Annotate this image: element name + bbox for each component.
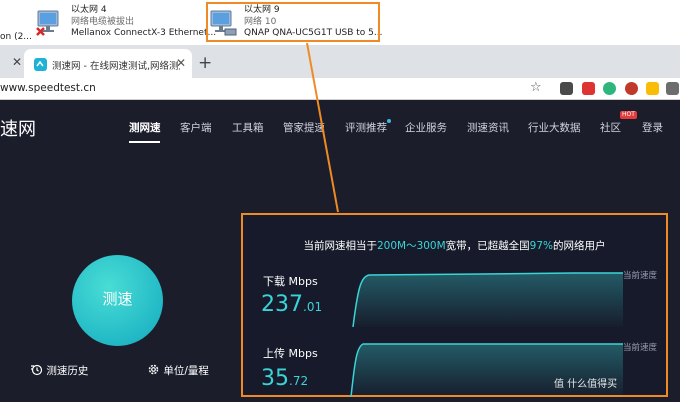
units-settings-label: 单位/量程: [163, 365, 209, 377]
speed-summary-headline: 当前网速相当于200M～300M宽带，已超越全国97%的网络用户: [243, 238, 666, 253]
nav-item-toolbox[interactable]: 工具箱: [232, 120, 264, 135]
nav-item-login[interactable]: 登录: [642, 120, 663, 135]
adapter-device: Mellanox ConnectX-3 Ethernet...: [71, 28, 217, 38]
nav-item-speedtest[interactable]: 测网速: [129, 120, 161, 135]
browser-tab-speedtest[interactable]: 测速网 - 在线网速测试,网络测速 ✕: [24, 49, 192, 78]
start-test-label: 测速: [102, 290, 133, 308]
new-tab-icon[interactable]: +: [198, 53, 212, 73]
address-bar[interactable]: www.speedtest.cn ☆: [0, 78, 680, 100]
speedtest-favicon-icon: [34, 58, 47, 71]
headline-post: 的网络用户: [553, 240, 606, 252]
nav-item-enterprise[interactable]: 企业服务: [405, 120, 447, 135]
upload-value-dec: .72: [289, 374, 309, 388]
adapter-name: 以太网 4: [71, 5, 107, 15]
extension-icon[interactable]: [646, 82, 659, 95]
headline-bandwidth-range: 200M～300M: [376, 240, 446, 252]
extension-icon[interactable]: [560, 82, 573, 95]
nav-item-boost[interactable]: 管家提速: [283, 120, 325, 135]
network-adapter-disconnected-icon: [36, 10, 59, 36]
extension-icon[interactable]: [625, 82, 638, 95]
upload-label: 上传 Mbps: [263, 347, 318, 360]
adapter-status: 网络电缆被拔出: [71, 16, 135, 27]
network-connections-strip: on (2... 以太网 4 网络电缆被拔出 Mellanox ConnectX…: [0, 0, 680, 45]
bookmark-star-icon[interactable]: ☆: [530, 80, 542, 95]
hot-badge: HOT: [620, 111, 637, 119]
headline-percent: 97%: [529, 240, 554, 252]
nav-dot-indicator: [387, 119, 391, 123]
download-value: 237.01: [261, 292, 322, 317]
gear-icon: [148, 364, 159, 375]
nav-item-news[interactable]: 测速资讯: [467, 120, 509, 135]
history-icon: [31, 364, 43, 376]
upload-value: 35.72: [261, 366, 308, 391]
extension-icon[interactable]: [666, 82, 679, 95]
speed-result-panel: 当前网速相当于200M～300M宽带，已超越全国97%的网络用户 下载 Mbps…: [241, 213, 668, 397]
history-link-label: 测速历史: [46, 365, 89, 377]
upload-value-int: 35: [261, 366, 289, 391]
upload-current-speed-label: 当前速度: [623, 343, 658, 353]
browser-tab-bar: ✕ 测速网 - 在线网速测试,网络测速 ✕ +: [0, 45, 680, 78]
download-current-speed-label: 当前速度: [623, 271, 658, 281]
download-value-dec: .01: [303, 300, 323, 314]
adapter-fragment-text: on (2...: [0, 32, 32, 42]
headline-pre: 当前网速相当于: [303, 240, 377, 252]
nav-item-reviews[interactable]: 评测推荐: [345, 120, 387, 135]
adapter-highlight-box: [206, 2, 380, 42]
units-settings-link[interactable]: 单位/量程: [147, 363, 209, 378]
watermark: 值 什么值得买: [554, 379, 618, 390]
nav-item-community[interactable]: 社区: [600, 120, 621, 135]
nav-active-underline: [129, 141, 160, 143]
extension-icon[interactable]: [582, 82, 595, 95]
nav-item-client[interactable]: 客户端: [180, 120, 212, 135]
extension-icon[interactable]: [603, 82, 616, 95]
tab-title: 测速网 - 在线网速测试,网络测速: [52, 61, 180, 72]
nav-item-big-data[interactable]: 行业大数据: [528, 120, 581, 135]
close-icon[interactable]: ✕: [12, 55, 22, 69]
close-icon[interactable]: ✕: [176, 56, 186, 70]
site-logo[interactable]: 速网: [0, 115, 36, 141]
download-value-int: 237: [261, 292, 303, 317]
start-test-button[interactable]: 测速: [72, 255, 163, 346]
url-text[interactable]: www.speedtest.cn: [0, 82, 96, 94]
history-link[interactable]: 测速历史: [30, 363, 88, 378]
headline-mid: 宽带，已超越全国: [445, 240, 530, 252]
download-label: 下载 Mbps: [263, 275, 318, 288]
download-speed-graph: [352, 272, 623, 327]
site-header: 速网 测网速 客户端 工具箱 管家提速 评测推荐 企业服务 测速资讯 行业大数据…: [0, 100, 680, 152]
